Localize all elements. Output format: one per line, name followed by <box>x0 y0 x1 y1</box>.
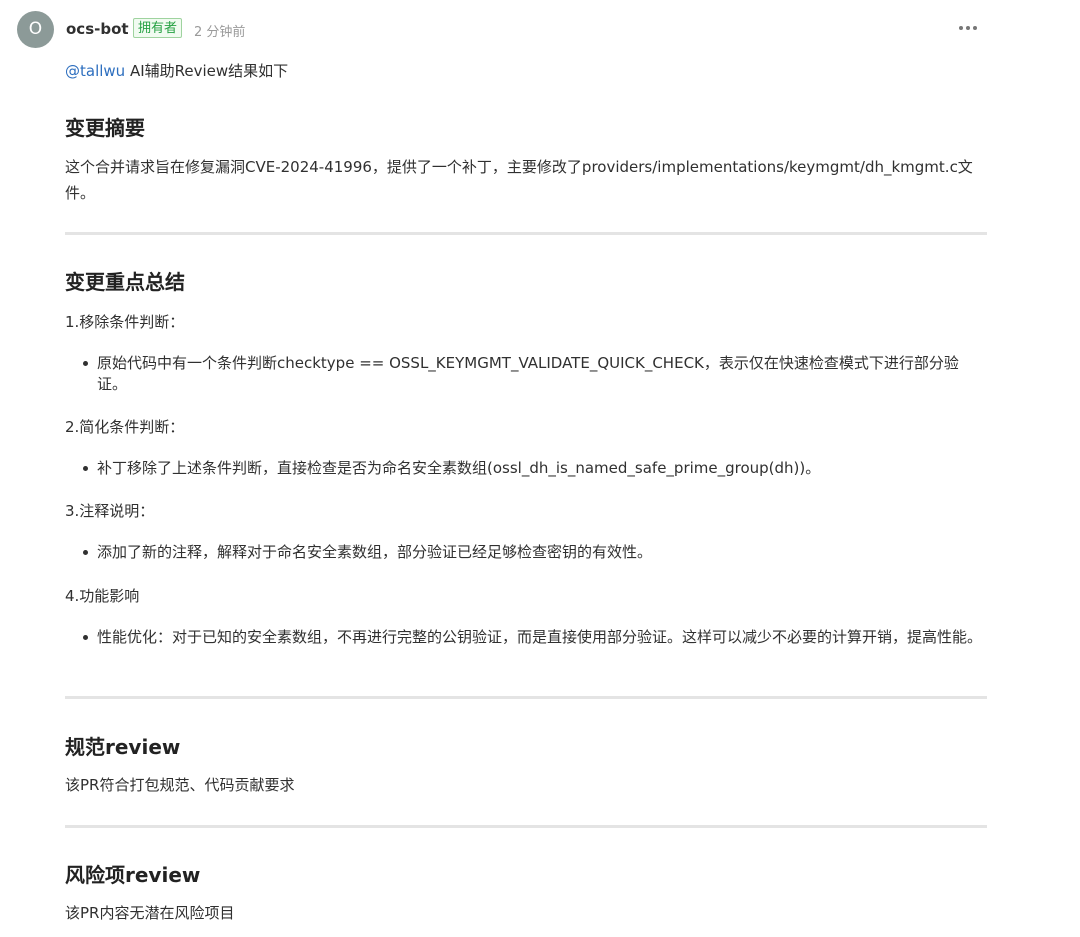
spec-review-text: 该PR符合打包规范、代码贡献要求 <box>65 776 295 794</box>
key-point-title: 2.简化条件判断： <box>65 418 185 436</box>
key-point-list: 添加了新的注释，解释对于命名安全素数组，部分验证已经足够检查密钥的有效性。 <box>65 542 985 563</box>
list-item: 补丁移除了上述条件判断，直接检查是否为命名安全素数组(ossl_dh_is_na… <box>65 458 985 479</box>
intro-line: @tallwu AI辅助Review结果如下 <box>65 60 288 81</box>
user-mention-link[interactable]: @tallwu <box>65 62 125 80</box>
section-divider <box>65 825 987 828</box>
comment-timestamp[interactable]: 2 分钟前 <box>194 21 245 40</box>
summary-heading: 变更摘要 <box>65 116 145 140</box>
key-points-heading: 变更重点总结 <box>65 270 185 294</box>
list-item-text: 原始代码中有一个条件判断checktype == OSSL_KEYMGMT_VA… <box>97 354 959 393</box>
bullet-icon <box>83 635 88 640</box>
list-item: 添加了新的注释，解释对于命名安全素数组，部分验证已经足够检查密钥的有效性。 <box>65 542 985 563</box>
author-name[interactable]: ocs-bot <box>66 20 129 38</box>
list-item-text: 添加了新的注释，解释对于命名安全素数组，部分验证已经足够检查密钥的有效性。 <box>97 543 653 561</box>
risk-review-heading: 风险项review <box>65 863 201 887</box>
section-divider <box>65 232 987 235</box>
bullet-icon <box>83 466 88 471</box>
key-point-title: 1.移除条件判断： <box>65 313 185 331</box>
more-options-icon[interactable] <box>953 16 983 40</box>
bullet-icon <box>83 550 88 555</box>
more-dot <box>966 26 970 30</box>
risk-review-text: 该PR内容无潜在风险项目 <box>65 904 235 922</box>
list-item: 原始代码中有一个条件判断checktype == OSSL_KEYMGMT_VA… <box>65 353 985 395</box>
list-item: 性能优化：对于已知的安全素数组，不再进行完整的公钥验证，而是直接使用部分验证。这… <box>65 627 985 648</box>
spec-review-heading: 规范review <box>65 735 181 759</box>
intro-text: AI辅助Review结果如下 <box>125 62 289 80</box>
section-divider <box>65 696 987 699</box>
key-point-title: 3.注释说明： <box>65 502 155 520</box>
owner-badge: 拥有者 <box>133 18 183 38</box>
summary-text: 这个合并请求旨在修复漏洞CVE-2024-41996，提供了一个补丁，主要修改了… <box>65 158 973 202</box>
key-point-title: 4.功能影响 <box>65 587 140 605</box>
bullet-icon <box>83 361 88 366</box>
list-item-text: 补丁移除了上述条件判断，直接检查是否为命名安全素数组(ossl_dh_is_na… <box>97 459 821 477</box>
key-point-list: 性能优化：对于已知的安全素数组，不再进行完整的公钥验证，而是直接使用部分验证。这… <box>65 627 985 648</box>
more-dot <box>959 26 963 30</box>
list-item-text: 性能优化：对于已知的安全素数组，不再进行完整的公钥验证，而是直接使用部分验证。这… <box>97 628 983 646</box>
key-point-list: 补丁移除了上述条件判断，直接检查是否为命名安全素数组(ossl_dh_is_na… <box>65 458 985 479</box>
avatar[interactable]: O <box>17 11 54 48</box>
key-point-list: 原始代码中有一个条件判断checktype == OSSL_KEYMGMT_VA… <box>65 353 985 395</box>
more-dot <box>973 26 977 30</box>
